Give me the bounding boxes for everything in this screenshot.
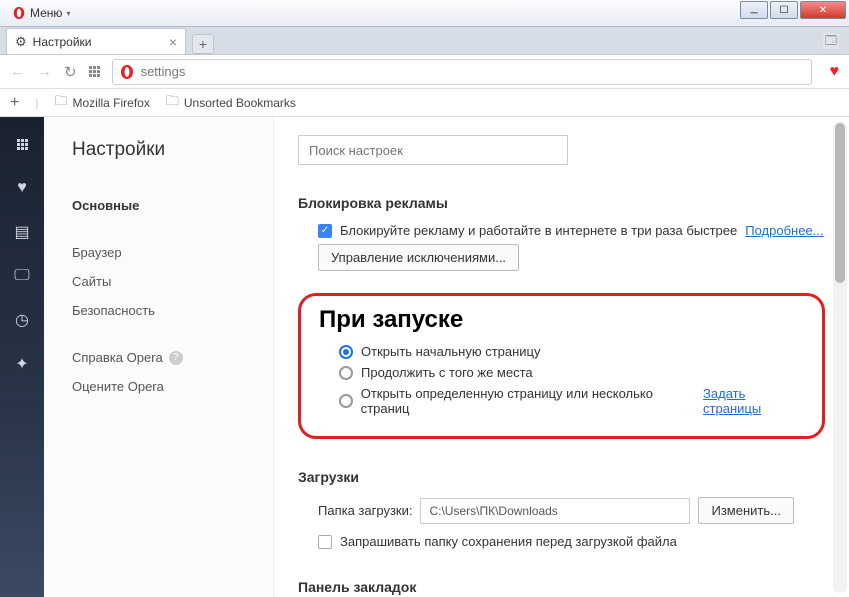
question-icon: ?: [169, 351, 183, 365]
tab-settings[interactable]: ⚙ Настройки ×: [6, 28, 186, 54]
window-minimize-button[interactable]: ─: [740, 1, 768, 19]
sidebar-item-security[interactable]: Безопасность: [72, 296, 273, 325]
bookmarks-rail-icon[interactable]: ♥: [13, 179, 31, 197]
vertical-scrollbar[interactable]: [833, 121, 847, 593]
radio-icon: [339, 394, 353, 408]
set-pages-link[interactable]: Задать страницы: [703, 386, 804, 416]
adblock-checkbox-row[interactable]: ✓ Блокируйте рекламу и работайте в интер…: [318, 223, 825, 238]
startup-option-1[interactable]: Открыть начальную страницу: [339, 344, 804, 359]
app-menu-button[interactable]: Меню ▾: [4, 4, 78, 22]
grid-icon: [89, 66, 100, 77]
section-adblock: Блокировка рекламы ✓ Блокируйте рекламу …: [298, 195, 825, 271]
navigation-bar: ← → ↻ ♥: [0, 55, 849, 89]
sidebar-item-basic[interactable]: Основные: [72, 191, 273, 220]
section-bookmarks-panel: Панель закладок: [298, 579, 825, 595]
folder-icon: 🗀: [166, 92, 179, 114]
help-label: Справка Opera: [72, 350, 163, 365]
reload-button[interactable]: ↻: [64, 63, 77, 81]
bookmark-heart-button[interactable]: ♥: [830, 63, 840, 81]
startup-option-3[interactable]: Открыть определенную страницу или нескол…: [339, 386, 804, 416]
menu-label: Меню: [30, 6, 62, 20]
sidebar-item-rate[interactable]: Оцените Opera: [72, 372, 273, 401]
window-titlebar: Меню ▾ ─ ☐ ✕: [0, 0, 849, 27]
bookmark-folder[interactable]: 🗀 Unsorted Bookmarks: [166, 92, 296, 114]
extensions-rail-icon[interactable]: ✦: [13, 355, 31, 373]
checkbox-unchecked-icon: [318, 535, 332, 549]
opera-icon: [12, 6, 26, 20]
manage-exceptions-button[interactable]: Управление исключениями...: [318, 244, 519, 271]
checkbox-label: Блокируйте рекламу и работайте в интерне…: [340, 223, 737, 238]
change-folder-button[interactable]: Изменить...: [698, 497, 793, 524]
bookmark-label: Mozilla Firefox: [72, 96, 149, 110]
sidebar-item-sites[interactable]: Сайты: [72, 267, 273, 296]
tabs-rail-icon[interactable]: 🖵: [13, 267, 31, 285]
settings-sidebar: Настройки Основные Браузер Сайты Безопас…: [44, 117, 274, 597]
section-title: Блокировка рекламы: [298, 195, 825, 211]
section-downloads: Загрузки Папка загрузки: Изменить... Зап…: [298, 469, 825, 549]
history-rail-icon[interactable]: ◷: [13, 311, 31, 329]
radio-label: Продолжить с того же места: [361, 365, 533, 380]
url-input[interactable]: [141, 64, 805, 79]
new-tab-button[interactable]: +: [192, 34, 214, 54]
speed-dial-rail-icon[interactable]: [13, 135, 31, 153]
radio-label: Открыть начальную страницу: [361, 344, 541, 359]
radio-label: Открыть определенную страницу или нескол…: [361, 386, 695, 416]
checkbox-checked-icon: ✓: [318, 224, 332, 238]
opera-badge-icon: [119, 64, 135, 80]
speed-dial-button[interactable]: [89, 66, 100, 77]
folder-icon: 🗀: [54, 92, 67, 114]
scrollbar-thumb[interactable]: [835, 123, 845, 283]
add-bookmark-button[interactable]: +: [10, 94, 19, 112]
content-area: ♥ ▤ 🖵 ◷ ✦ Настройки Основные Браузер Сай…: [0, 117, 849, 597]
chevron-down-icon: ▾: [66, 9, 70, 18]
bookmarks-bar: + | 🗀 Mozilla Firefox 🗀 Unsorted Bookmar…: [0, 89, 849, 117]
sidebar-item-help[interactable]: Справка Opera ?: [72, 343, 273, 372]
section-title: При запуске: [319, 306, 804, 334]
window-maximize-button[interactable]: ☐: [770, 1, 798, 19]
ask-folder-checkbox-row[interactable]: Запрашивать папку сохранения перед загру…: [318, 534, 825, 549]
window-close-button[interactable]: ✕: [800, 1, 846, 19]
settings-search-input[interactable]: [298, 135, 568, 165]
bookmark-folder[interactable]: 🗀 Mozilla Firefox: [54, 92, 149, 114]
learn-more-link[interactable]: Подробнее...: [745, 223, 823, 238]
back-button[interactable]: ←: [10, 63, 25, 80]
address-bar[interactable]: [112, 59, 812, 85]
settings-main: Блокировка рекламы ✓ Блокируйте рекламу …: [274, 117, 849, 597]
tab-close-button[interactable]: ×: [169, 34, 177, 50]
gear-icon: ⚙: [15, 34, 27, 50]
forward-button[interactable]: →: [37, 63, 52, 80]
checkbox-label: Запрашивать папку сохранения перед загру…: [340, 534, 677, 549]
section-startup: При запуске Открыть начальную страницу П…: [298, 293, 825, 439]
download-folder-input[interactable]: [420, 498, 690, 524]
radio-icon: [339, 366, 353, 380]
tab-strip: ⚙ Настройки × + 🗔: [0, 27, 849, 55]
window-help-icon[interactable]: 🗔: [823, 33, 839, 49]
sidebar-item-browser[interactable]: Браузер: [72, 238, 273, 267]
section-title: Загрузки: [298, 469, 825, 485]
bookmark-label: Unsorted Bookmarks: [184, 96, 296, 110]
section-title: Панель закладок: [298, 579, 825, 595]
startup-option-2[interactable]: Продолжить с того же места: [339, 365, 804, 380]
download-folder-label: Папка загрузки:: [318, 503, 412, 518]
left-rail: ♥ ▤ 🖵 ◷ ✦: [0, 117, 44, 597]
radio-checked-icon: [339, 345, 353, 359]
news-rail-icon[interactable]: ▤: [13, 223, 31, 241]
page-title: Настройки: [72, 139, 273, 161]
tab-title: Настройки: [33, 35, 92, 49]
